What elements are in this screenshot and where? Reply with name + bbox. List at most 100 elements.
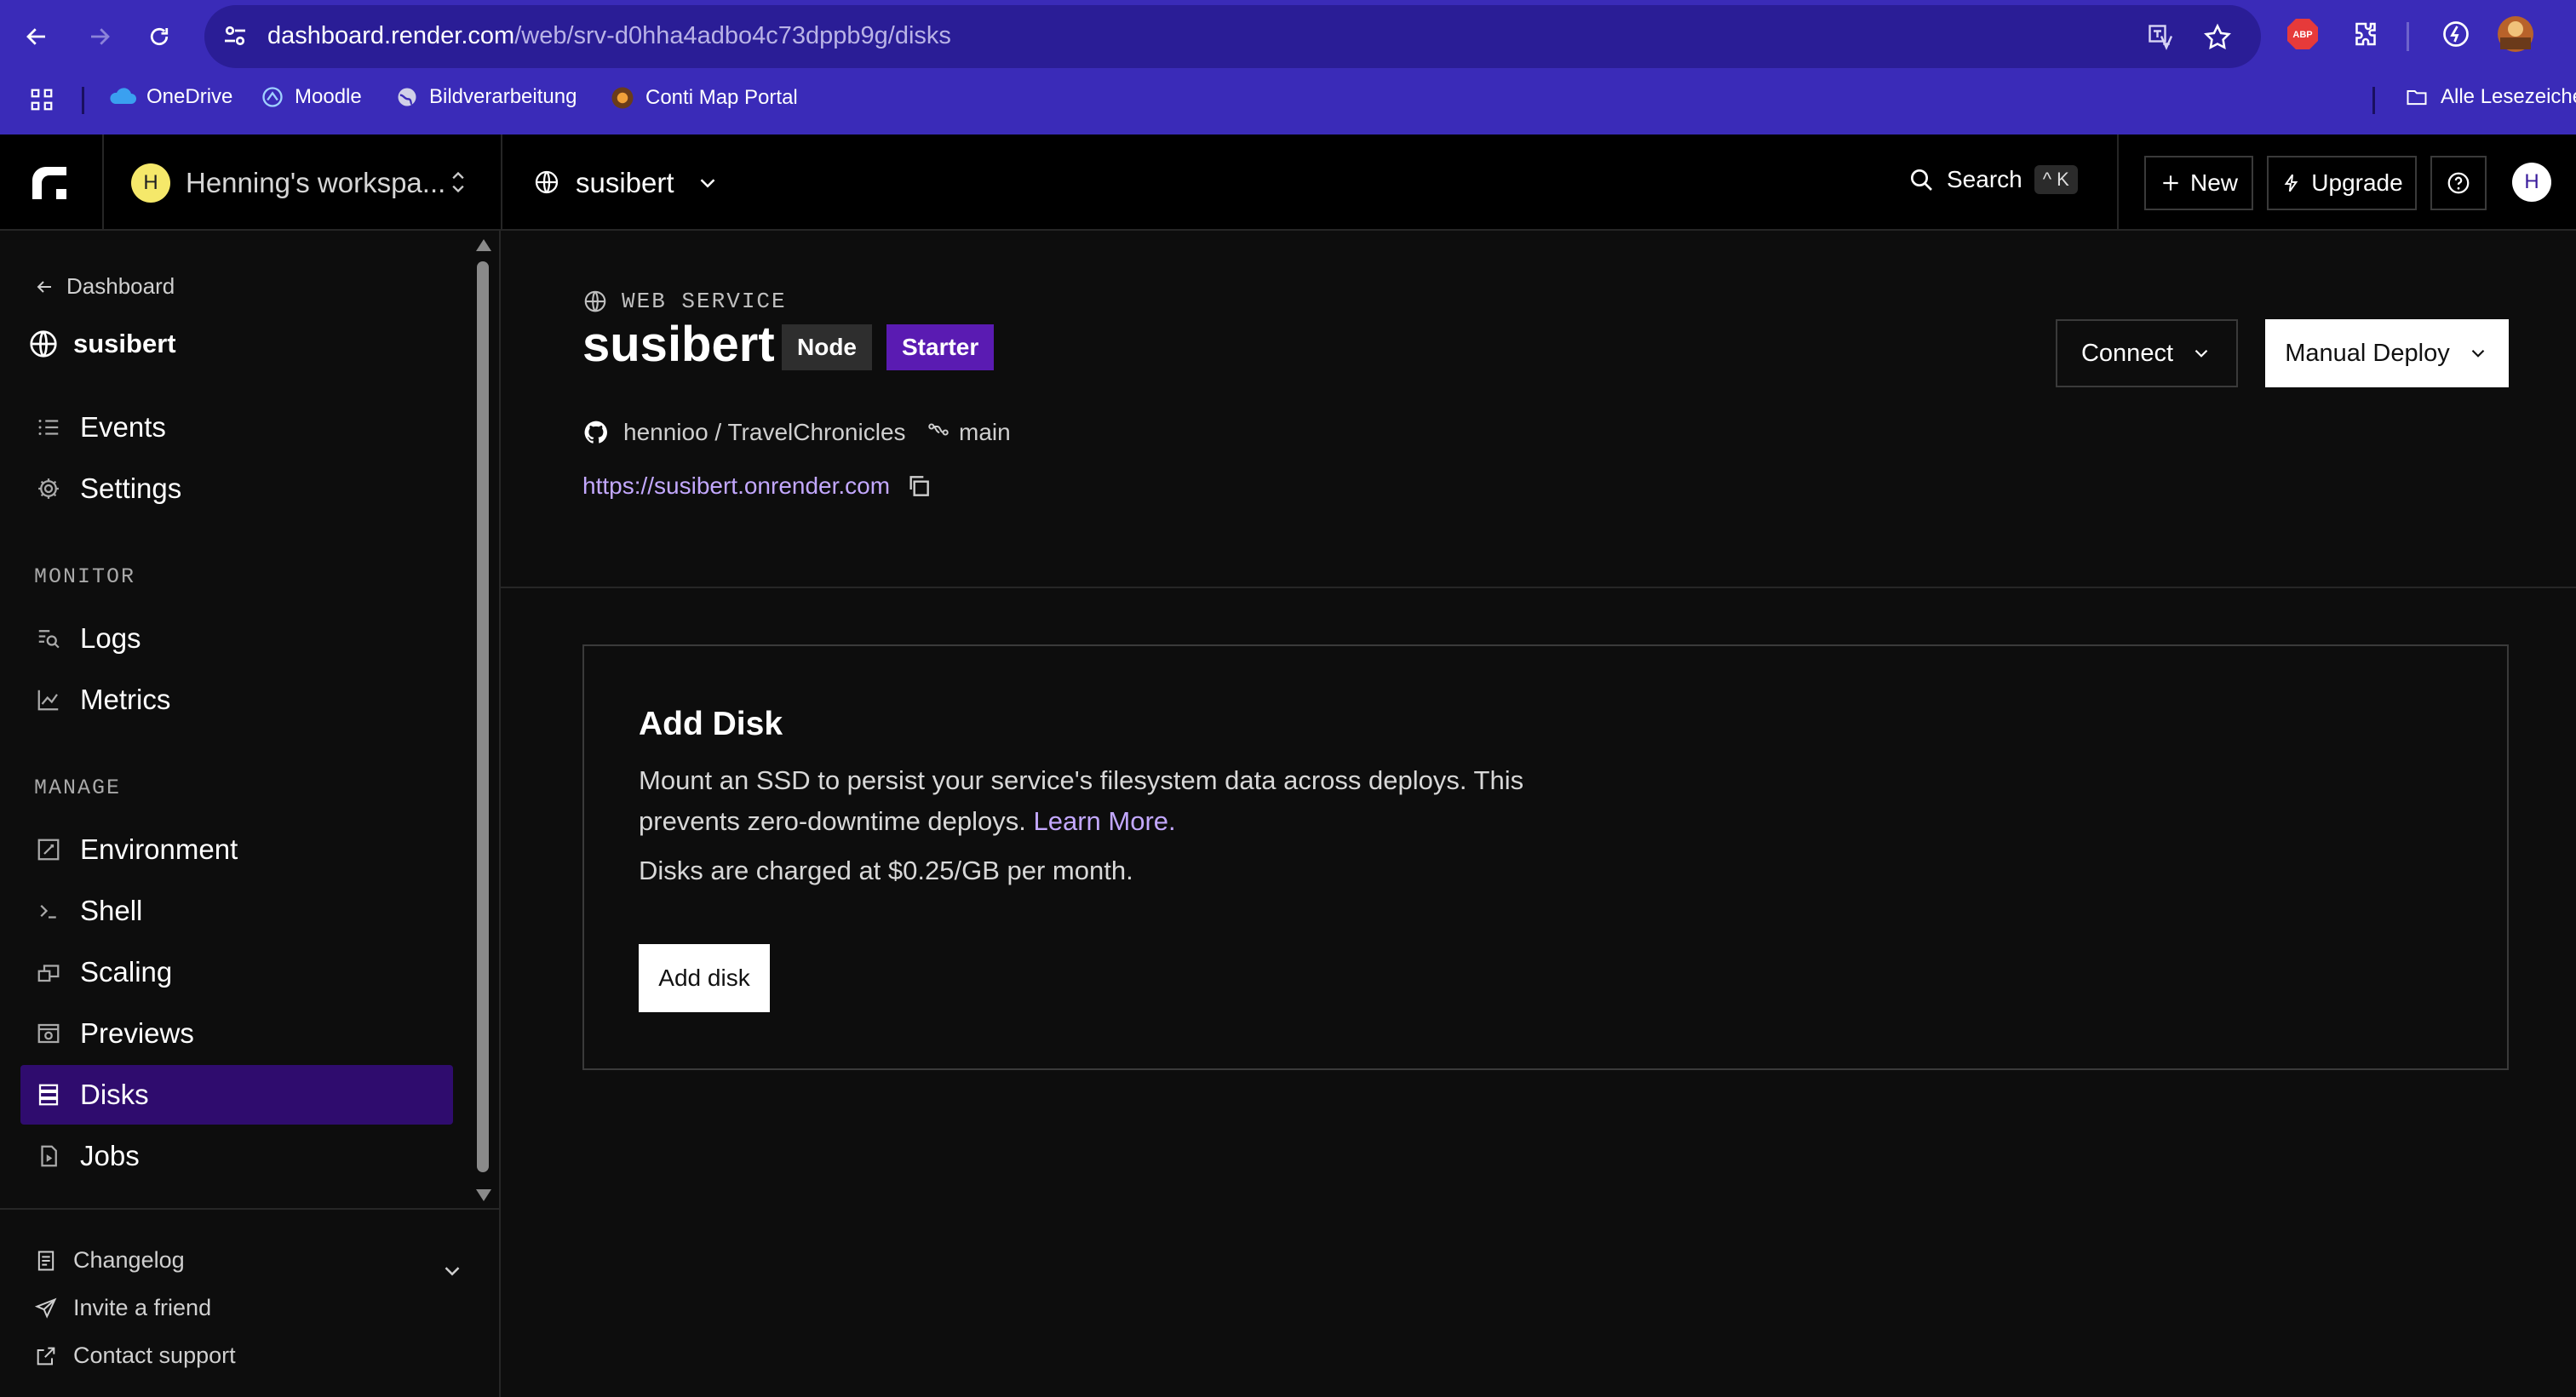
search-button[interactable]: Search ^ K — [1908, 165, 2078, 194]
service-switcher-name: susibert — [576, 167, 674, 198]
repo-name: hennioo / TravelChronicles — [623, 419, 906, 445]
plus-icon — [2163, 175, 2178, 191]
app-header: H Henning's workspa... susibert Search ^… — [0, 135, 2576, 231]
bookmark-bildverarbeitung[interactable]: Bildverarbeitung — [395, 85, 577, 109]
bookmark-label: Bildverarbeitung — [429, 85, 577, 108]
learn-more-link[interactable]: Learn More. — [1034, 806, 1176, 836]
add-disk-button[interactable]: Add disk — [639, 944, 770, 1012]
sidebar-item-label: Previews — [80, 1017, 194, 1049]
bookmarks-separator — [2372, 87, 2375, 114]
sidebar-footer-divider — [0, 1208, 499, 1210]
translate-icon[interactable] — [2146, 22, 2177, 53]
service-url: https://susibert.onrender.com — [582, 472, 932, 500]
forward-arrow-icon[interactable] — [78, 15, 121, 58]
all-bookmarks-label: Alle Lesezeiche — [2441, 85, 2576, 108]
url-host: dashboard.render.com — [267, 22, 515, 49]
chevron-down-icon — [695, 170, 720, 196]
browser-chrome: dashboard.render.com/web/srv-d0hha4adbo4… — [0, 0, 2576, 135]
header-divider — [2117, 135, 2119, 231]
sidebar-scroll-thumb[interactable] — [477, 261, 489, 1172]
upgrade-label: Upgrade — [2311, 169, 2403, 196]
address-bar[interactable]: dashboard.render.com/web/srv-d0hha4adbo4… — [204, 5, 2261, 68]
site-info-icon[interactable] — [220, 20, 250, 51]
sidebar-item-label: Events — [80, 411, 166, 443]
new-button[interactable]: New — [2144, 156, 2253, 210]
help-icon — [2447, 172, 2470, 194]
jobs-icon — [41, 1145, 57, 1167]
sidebar-item-label: Jobs — [80, 1140, 140, 1171]
apps-grid-icon[interactable] — [29, 87, 55, 112]
bookmark-conti-map-portal[interactable]: Conti Map Portal — [610, 85, 798, 111]
adblock-icon[interactable]: ABP — [2284, 15, 2321, 53]
service-type-label: WEB SERVICE — [582, 289, 787, 314]
environment-icon — [37, 839, 60, 861]
runtime-badge: Node — [782, 324, 872, 370]
bookmark-onedrive[interactable]: OneDrive — [107, 85, 232, 109]
service-url-link[interactable]: https://susibert.onrender.com — [582, 472, 890, 500]
add-disk-card: Add Disk Mount an SSD to persist your se… — [582, 644, 2509, 1070]
user-avatar[interactable]: H — [2512, 163, 2551, 202]
send-icon — [34, 1297, 57, 1319]
connect-label: Connect — [2080, 339, 2173, 367]
add-disk-description: Mount an SSD to persist your service's f… — [639, 760, 1575, 842]
sidebar-service[interactable]: susibert — [27, 328, 176, 360]
map-portal-icon — [611, 87, 634, 109]
bookmark-moodle[interactable]: Moodle — [261, 85, 362, 109]
sidebar-item-label: Disks — [80, 1079, 149, 1110]
workspace-avatar: H — [131, 163, 170, 203]
sidebar-item-logs[interactable]: Logs — [20, 609, 453, 668]
disk-pricing-text: Disks are charged at $0.25/GB per month. — [639, 856, 1133, 885]
sidebar-service-name: susibert — [73, 329, 176, 358]
support-label: Contact support — [73, 1343, 236, 1368]
changelog-label: Changelog — [73, 1247, 185, 1273]
bookmark-star-icon[interactable] — [2202, 22, 2233, 53]
render-logo-icon[interactable] — [31, 165, 68, 201]
profile-avatar-icon[interactable] — [2497, 15, 2534, 53]
sidebar-item-jobs[interactable]: Jobs — [20, 1126, 453, 1186]
header-divider — [501, 587, 2576, 588]
scroll-down-icon[interactable] — [476, 1189, 491, 1201]
back-arrow-icon[interactable] — [15, 15, 58, 58]
invite-friend-link[interactable]: Invite a friend — [34, 1295, 211, 1321]
gear-icon — [38, 478, 59, 499]
sidebar-item-events[interactable]: Events — [20, 398, 453, 457]
upgrade-button[interactable]: Upgrade — [2267, 156, 2417, 210]
changelog-link[interactable]: Changelog — [34, 1247, 185, 1274]
globe-icon — [30, 330, 57, 358]
scroll-up-icon[interactable] — [476, 239, 491, 251]
connect-button[interactable]: Connect — [2056, 319, 2238, 387]
all-bookmarks[interactable]: Alle Lesezeiche — [2403, 85, 2576, 109]
sidebar-item-label: Logs — [80, 622, 141, 654]
contact-support-link[interactable]: Contact support — [34, 1343, 236, 1369]
arrow-left-icon — [37, 280, 51, 293]
sidebar-item-metrics[interactable]: Metrics — [20, 670, 453, 730]
invite-label: Invite a friend — [73, 1295, 212, 1320]
manual-deploy-button[interactable]: Manual Deploy — [2265, 319, 2509, 387]
back-to-dashboard-link[interactable]: Dashboard — [34, 273, 175, 300]
sidebar-item-scaling[interactable]: Scaling — [20, 942, 453, 1002]
repo-link[interactable]: hennioo / TravelChronicles — [582, 419, 906, 446]
cloud-icon — [110, 88, 136, 104]
sidebar-item-settings[interactable]: Settings — [20, 459, 453, 518]
page-title: susibert — [582, 317, 775, 372]
chevron-down-icon[interactable] — [439, 1258, 465, 1284]
performance-icon[interactable] — [2437, 15, 2475, 53]
sidebar-item-previews[interactable]: Previews — [20, 1004, 453, 1063]
shell-icon — [40, 904, 56, 919]
workspace-name: Henning's workspa... — [186, 167, 446, 198]
globe-icon — [584, 290, 606, 312]
sidebar-item-disks[interactable]: Disks — [20, 1065, 453, 1125]
sidebar-item-environment[interactable]: Environment — [20, 820, 453, 879]
help-button[interactable] — [2430, 156, 2487, 210]
globe-icon — [533, 169, 560, 196]
copy-icon[interactable] — [905, 472, 932, 500]
branch-icon — [928, 423, 949, 436]
extensions-puzzle-icon[interactable] — [2347, 15, 2384, 53]
github-icon — [584, 421, 607, 444]
search-shortcut: ^ K — [2034, 165, 2078, 194]
sidebar-item-label: Environment — [80, 833, 238, 865]
metrics-icon — [37, 690, 59, 711]
reload-icon[interactable] — [138, 15, 181, 58]
monitor-section-title: MONITOR — [34, 564, 136, 589]
sidebar-item-shell[interactable]: Shell — [20, 881, 453, 941]
